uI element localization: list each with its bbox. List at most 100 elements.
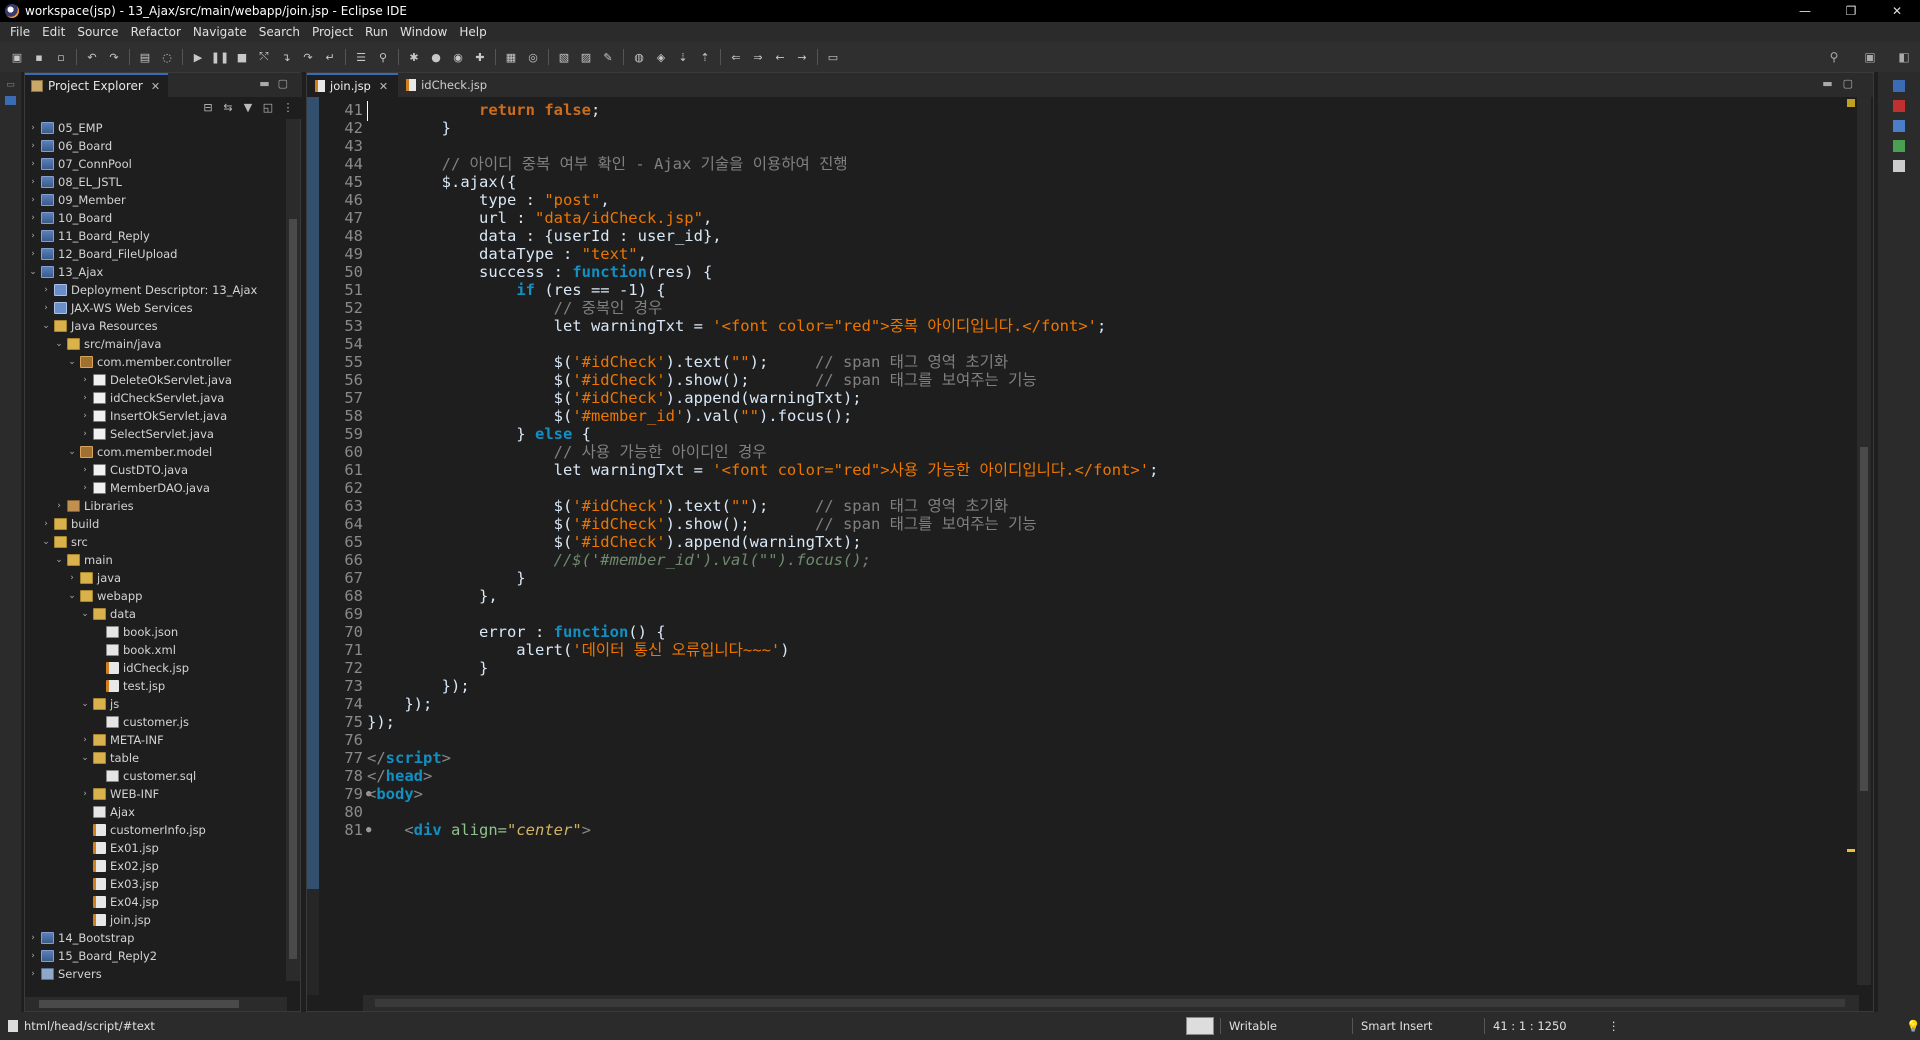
tree-item[interactable]: ⌄ data xyxy=(25,605,287,623)
code-line[interactable]: 80 xyxy=(307,803,1847,821)
search-toggle-icon[interactable]: ⚲ xyxy=(375,49,391,65)
cursor-position[interactable]: 41 : 1 : 1250 xyxy=(1484,1018,1567,1034)
tree-item[interactable]: › 12_Board_FileUpload xyxy=(25,245,287,263)
debug-icon[interactable]: ✱ xyxy=(406,49,422,65)
menu-refactor[interactable]: Refactor xyxy=(131,25,181,39)
code-line[interactable]: 75}); xyxy=(307,713,1847,731)
code-line[interactable]: 44 // 아이디 중복 여부 확인 - Ajax 기술을 이용하여 진행 xyxy=(307,155,1847,173)
close-icon[interactable]: ✕ xyxy=(379,80,388,93)
tree-item[interactable]: › SelectServlet.java xyxy=(25,425,287,443)
outline-icon[interactable] xyxy=(1893,80,1905,92)
tree-item[interactable]: › 06_Board xyxy=(25,137,287,155)
chevron-down-icon[interactable]: ⌄ xyxy=(66,353,78,371)
chevron-down-icon[interactable]: ⌄ xyxy=(27,263,39,281)
chevron-right-icon[interactable]: › xyxy=(79,407,91,425)
tree-item[interactable]: Ajax xyxy=(25,803,287,821)
tree-item[interactable]: › META-INF xyxy=(25,731,287,749)
chevron-right-icon[interactable]: › xyxy=(40,281,52,299)
search-icon[interactable]: ⚲ xyxy=(1826,49,1842,65)
tree-item[interactable]: › build xyxy=(25,515,287,533)
save-all-icon[interactable]: ▫ xyxy=(53,49,69,65)
servers-icon[interactable] xyxy=(1893,120,1905,132)
forward-icon[interactable]: → xyxy=(794,49,810,65)
open-task-icon[interactable]: ▨ xyxy=(578,49,594,65)
tab-idcheck-jsp[interactable]: idCheck.jsp xyxy=(398,73,497,97)
forward-edit-icon[interactable]: ⇒ xyxy=(750,49,766,65)
tree-item[interactable]: › JAX-WS Web Services xyxy=(25,299,287,317)
code-line[interactable]: 69 xyxy=(307,605,1847,623)
open-console-icon[interactable]: ☰ xyxy=(353,49,369,65)
tree-item[interactable]: customer.sql xyxy=(25,767,287,785)
explorer-horizontal-scrollbar[interactable] xyxy=(25,997,287,1011)
chevron-right-icon[interactable]: › xyxy=(40,299,52,317)
external-tools-icon[interactable]: ✚ xyxy=(472,49,488,65)
minimize-button[interactable]: — xyxy=(1782,0,1828,22)
code-line[interactable]: 62 xyxy=(307,479,1847,497)
scroll-thumb[interactable] xyxy=(1860,447,1868,791)
focus-icon[interactable]: ◱ xyxy=(260,101,276,115)
tree-item[interactable]: book.xml xyxy=(25,641,287,659)
chevron-right-icon[interactable]: › xyxy=(27,137,39,155)
tree-item[interactable]: ⌄ webapp xyxy=(25,587,287,605)
tip-icon[interactable]: 💡 xyxy=(1898,1018,1920,1034)
code-line[interactable]: 65 $('#idCheck').append(warningTxt); xyxy=(307,533,1847,551)
chevron-right-icon[interactable]: › xyxy=(79,389,91,407)
tree-item[interactable]: ⌄ 13_Ajax xyxy=(25,263,287,281)
code-line[interactable]: 51 if (res == -1) { xyxy=(307,281,1847,299)
code-line[interactable]: 66 //$('#member_id').val("").focus(); xyxy=(307,551,1847,569)
code-line[interactable]: 71 alert('데이터 통신 오류입니다~~~') xyxy=(307,641,1847,659)
tree-item[interactable]: join.jsp xyxy=(25,911,287,929)
tree-item[interactable]: ⌄ com.member.model xyxy=(25,443,287,461)
tree-item[interactable]: › 07_ConnPool xyxy=(25,155,287,173)
chevron-right-icon[interactable]: › xyxy=(79,785,91,803)
tab-join-jsp[interactable]: join.jsp ✕ xyxy=(307,73,399,97)
step-into-icon[interactable]: ↴ xyxy=(278,49,294,65)
close-icon[interactable]: ✕ xyxy=(151,80,160,93)
suspend-icon[interactable]: ❚❚ xyxy=(211,49,229,65)
code-line[interactable]: 64 $('#idCheck').show(); // span 태그를 보여주… xyxy=(307,515,1847,533)
chevron-right-icon[interactable]: › xyxy=(79,371,91,389)
chevron-right-icon[interactable]: › xyxy=(27,155,39,173)
tree-item[interactable]: › InsertOkServlet.java xyxy=(25,407,287,425)
chevron-down-icon[interactable]: ⌄ xyxy=(53,551,65,569)
open-web-browser-icon[interactable]: ◍ xyxy=(631,49,647,65)
code-line[interactable]: 48 data : {userId : user_id}, xyxy=(307,227,1847,245)
chevron-right-icon[interactable]: › xyxy=(53,497,65,515)
tree-item[interactable]: book.json xyxy=(25,623,287,641)
code-line[interactable]: 61 let warningTxt = '<font color="red">사… xyxy=(307,461,1847,479)
code-line[interactable]: 63 $('#idCheck').text(""); // span 태그 영역… xyxy=(307,497,1847,515)
tree-item[interactable]: ⌄ table xyxy=(25,749,287,767)
chevron-right-icon[interactable]: › xyxy=(27,209,39,227)
menu-window[interactable]: Window xyxy=(400,25,447,39)
chevron-right-icon[interactable]: › xyxy=(27,227,39,245)
tree-item[interactable]: › 10_Board xyxy=(25,209,287,227)
code-line[interactable]: 59 } else { xyxy=(307,425,1847,443)
code-line[interactable]: 54 xyxy=(307,335,1847,353)
chevron-right-icon[interactable]: › xyxy=(79,425,91,443)
tree-item[interactable]: ⌄ js xyxy=(25,695,287,713)
tree-item[interactable]: › 08_EL_JSTL xyxy=(25,173,287,191)
scroll-thumb[interactable] xyxy=(39,1000,239,1008)
pin-editor-icon[interactable]: ▭ xyxy=(825,49,841,65)
insert-mode-status[interactable]: Smart Insert xyxy=(1352,1018,1432,1034)
chevron-right-icon[interactable]: › xyxy=(79,731,91,749)
code-line[interactable]: 72 } xyxy=(307,659,1847,677)
chevron-right-icon[interactable]: › xyxy=(66,569,78,587)
chevron-right-icon[interactable]: › xyxy=(40,515,52,533)
code-line[interactable]: 77 </script> xyxy=(307,749,1847,767)
next-annotation-icon[interactable]: ⇣ xyxy=(675,49,691,65)
last-edit-icon[interactable]: ⇐ xyxy=(728,49,744,65)
tree-item[interactable]: ⌄ Java Resources xyxy=(25,317,287,335)
chevron-down-icon[interactable]: ⌄ xyxy=(79,695,91,713)
code-line[interactable]: 41 return false; xyxy=(307,101,1847,121)
editor-min-max-icons[interactable]: ▬▢ xyxy=(1822,77,1863,90)
code-line[interactable]: 78 </head> xyxy=(307,767,1847,785)
editor-horizontal-scrollbar[interactable] xyxy=(363,995,1859,1011)
tree-item[interactable]: Ex04.jsp xyxy=(25,893,287,911)
link-with-editor-icon[interactable]: ⇆ xyxy=(220,101,236,115)
warning-indicator[interactable] xyxy=(1847,99,1855,107)
annotation-icon[interactable]: ◈ xyxy=(653,49,669,65)
menu-search[interactable]: Search xyxy=(259,25,300,39)
occurrence-marker[interactable] xyxy=(1847,849,1855,852)
restore-button[interactable]: ❐ xyxy=(1828,0,1874,22)
